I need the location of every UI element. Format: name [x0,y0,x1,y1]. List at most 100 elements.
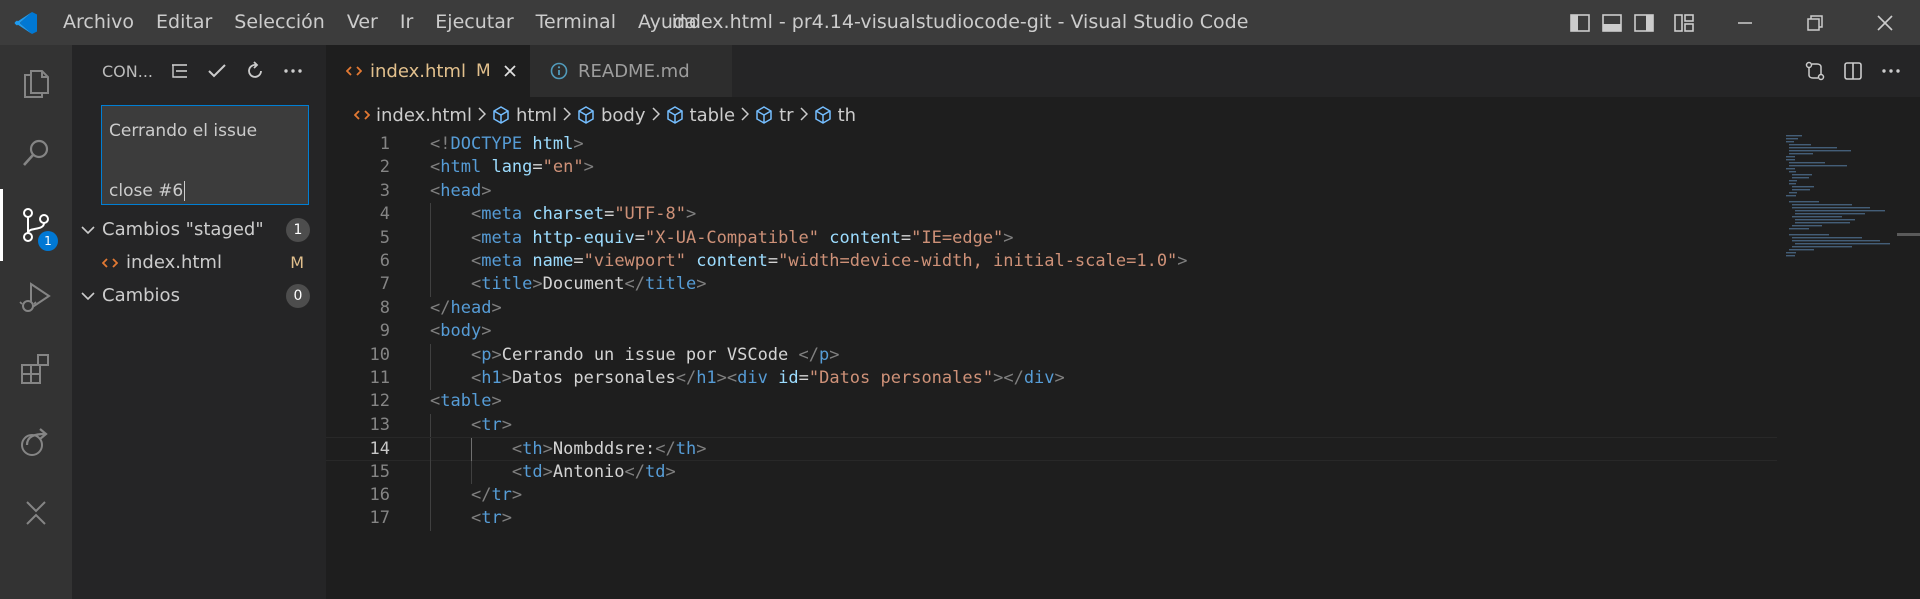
code-token: html [532,134,574,154]
breadcrumb-label: th [837,104,857,126]
search-icon[interactable] [0,117,72,189]
menu-editar[interactable]: Editar [145,0,223,45]
extensions-icon[interactable] [0,333,72,405]
code-token: < [511,461,523,482]
tab-modified-indicator: M [475,61,491,81]
menu-ayuda[interactable]: Ayuda [627,0,708,45]
code-line[interactable]: 17 <tr> [326,507,1777,531]
code-line[interactable]: 13 <tr> [326,413,1777,438]
code-token: > [501,414,512,435]
run-debug-icon[interactable] [0,261,72,333]
refresh-icon[interactable] [236,56,274,86]
breadcrumb-th[interactable]: th [814,105,856,126]
explorer-icon[interactable] [0,45,72,117]
code-token: = [767,251,779,271]
close-window-icon[interactable] [1850,0,1920,45]
toggle-secondary-sidebar-icon[interactable] [1628,0,1660,45]
menu-bar: Archivo Editar Selección Ver Ir Ejecutar… [52,0,708,45]
menu-ir[interactable]: Ir [389,0,424,45]
code-line[interactable]: 3 <head> [326,180,1777,203]
toggle-primary-sidebar-icon[interactable] [1564,0,1596,45]
tab-label: index.html [370,60,466,82]
breadcrumb-table[interactable]: table [666,105,735,126]
commit-message-input[interactable]: Cerrando el issue close #6 [101,105,309,205]
code-line[interactable]: 14 <th>Nombddsre:</th> [326,437,1777,462]
restore-icon[interactable] [1780,0,1850,45]
code-token: <! [430,134,451,154]
changes-group[interactable]: Cambios 0 [72,279,326,312]
chevron-down-icon [78,279,98,312]
customize-layout-icon[interactable] [1668,0,1700,45]
breadcrumb-html[interactable]: html [492,105,557,126]
split-editor-icon[interactable] [1834,45,1872,97]
code-token: head [450,297,492,318]
code-editor[interactable]: 1 <!DOCTYPE html> 2 <html lang="en"> 3 <head>… [326,133,1777,599]
menu-ver[interactable]: Ver [336,0,389,45]
code-line[interactable]: 5 <meta http-equiv="X-UA-Compatible" con… [326,226,1777,250]
code-line[interactable]: 10 <p>Cerrando un issue por VSCode </p> [326,343,1777,367]
remote-icon[interactable] [0,405,72,477]
breadcrumb-file[interactable]: index.html [354,105,472,126]
code-token: < [470,368,482,388]
menu-ejecutar[interactable]: Ejecutar [424,0,524,45]
code-token: Datos personales [511,368,676,388]
staged-file-item[interactable]: index.html M [72,246,326,279]
code-line[interactable]: 1 <!DOCTYPE html> [326,133,1777,156]
code-token: </ [798,344,819,365]
editor-more-actions-icon[interactable] [1872,45,1910,97]
menu-terminal[interactable]: Terminal [525,0,627,45]
view-as-tree-icon[interactable] [160,56,198,86]
code-token: < [430,180,441,201]
staged-changes-group[interactable]: Cambios "staged" 1 [72,213,326,246]
html-file-icon [354,109,370,121]
code-line[interactable]: 12 <table> [326,390,1777,413]
source-control-sidebar: CON... Cerrando el issue close #6 Cambio… [72,45,326,599]
toggle-panel-icon[interactable] [1596,0,1628,45]
code-line[interactable]: 11 <h1>Datos personales</h1><div id="Dat… [326,367,1777,391]
code-line[interactable]: 4 <meta charset="UTF-8"> [326,203,1777,227]
close-tab-icon[interactable] [503,64,517,78]
code-token: > [1054,368,1065,388]
breadcrumb-body[interactable]: body [577,105,646,126]
menu-seleccion[interactable]: Selección [223,0,336,45]
minimize-icon[interactable] [1710,0,1780,45]
code-line[interactable]: 8 </head> [326,297,1777,320]
staged-count-badge: 1 [286,217,310,242]
more-actions-icon[interactable] [274,56,312,86]
tab-index-html[interactable]: index.html M [326,45,530,97]
code-line[interactable]: 6 <meta name="viewport" content="width=d… [326,250,1777,274]
open-changes-icon[interactable] [1796,45,1834,97]
code-token: Document [542,274,625,295]
scrollbar-thumb[interactable] [1897,233,1920,236]
tab-readme-md[interactable]: README.md [530,45,732,97]
code-token: http-equiv [532,227,635,248]
code-text: <table> [430,390,502,413]
code-line[interactable]: 7 <title>Document</title> [326,273,1777,297]
code-token: Nombddsre: [552,439,656,460]
code-token: "en" [542,157,584,178]
close-icon[interactable] [0,477,72,549]
breadcrumb-tr[interactable]: tr [755,105,794,126]
minimap[interactable] [1777,133,1920,599]
line-number: 7 [379,274,390,295]
code-token: content [696,251,768,271]
code-token: html [440,157,482,178]
commit-check-icon[interactable] [198,56,236,86]
code-line[interactable]: 9 <body> [326,320,1777,343]
code-line[interactable]: 16 </tr> [326,484,1777,508]
menu-archivo[interactable]: Archivo [52,0,145,45]
sidebar-header: CON... [72,45,326,97]
code-token: > [491,391,502,412]
source-control-icon[interactable]: 1 [0,189,72,261]
staged-file-name: index.html [126,252,222,273]
code-line[interactable]: 2 <html lang="en"> [326,156,1777,179]
code-line[interactable]: 15 <td>Antonio</td> [326,460,1777,484]
code-token: < [470,274,482,295]
code-token: table [440,391,492,412]
